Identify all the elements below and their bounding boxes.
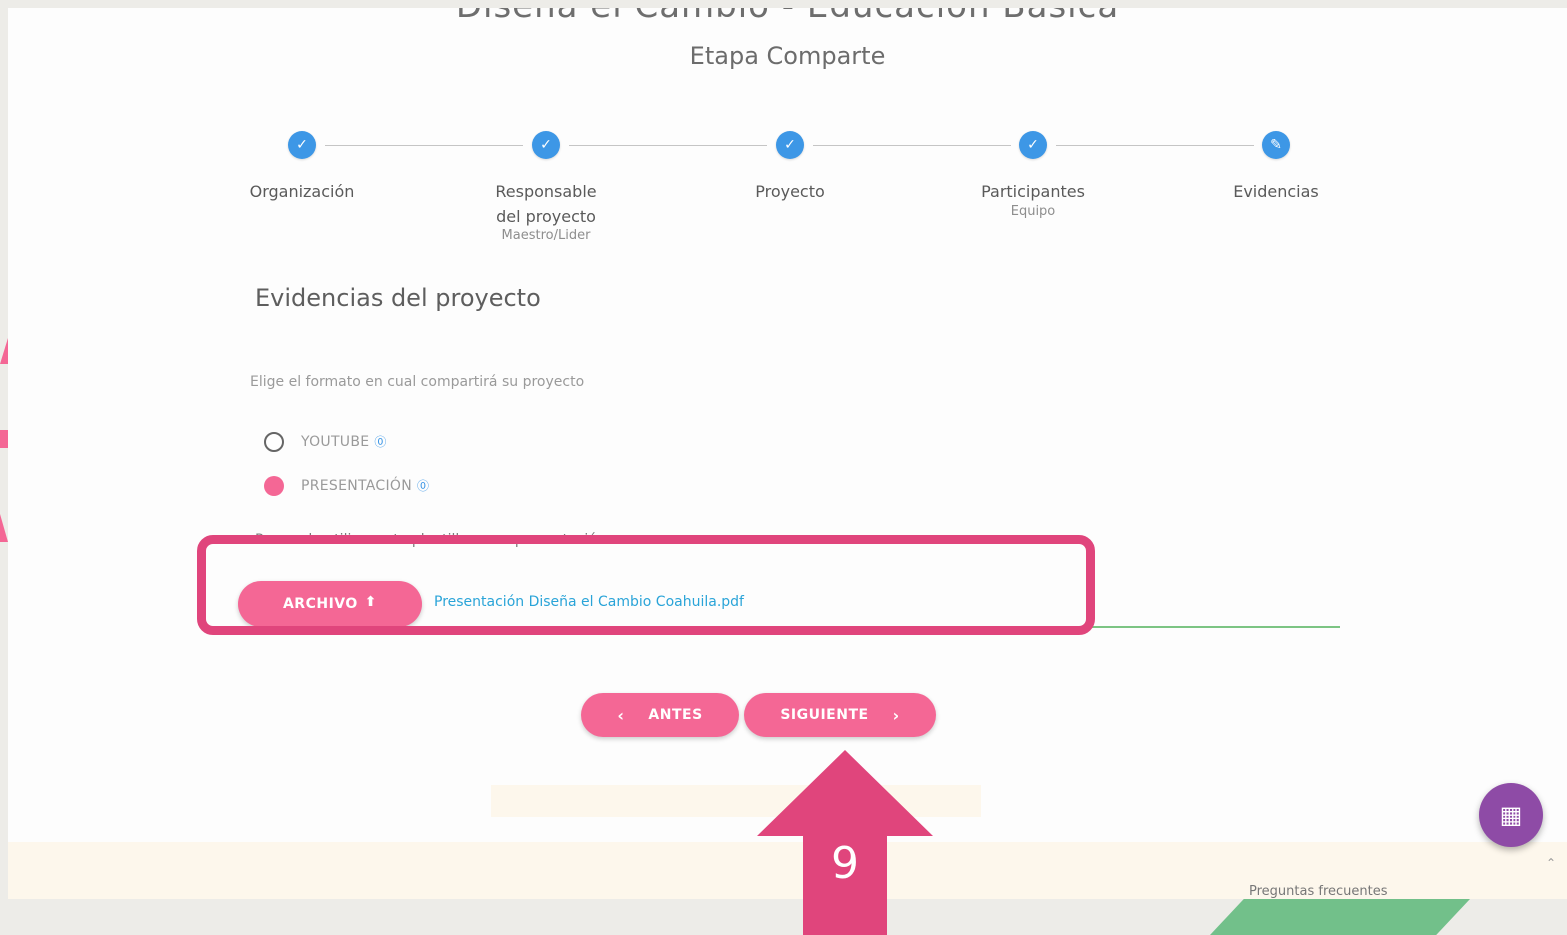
step-evidencias[interactable]: ✎ [1262, 131, 1290, 159]
step-participantes[interactable]: ✓ [1019, 131, 1047, 159]
step-label: Responsable del proyecto [495, 182, 597, 226]
format-prompt: Elige el formato en cual compartirá su p… [250, 374, 585, 390]
page-title: Diseña el Cambio - Educación Básica [8, 8, 1567, 26]
siguiente-button[interactable]: SIGUIENTE › [744, 693, 936, 737]
antes-button[interactable]: ‹ ANTES [581, 693, 739, 737]
decorative-pink-shape [0, 338, 8, 364]
fab-button[interactable]: ▦ [1479, 783, 1543, 847]
help-icon[interactable]: ⓪ [417, 480, 429, 492]
step-label: Evidencias [1233, 182, 1319, 201]
step-responsable[interactable]: ✓ [532, 131, 560, 159]
stepper-connector [325, 145, 523, 146]
decorative-pink-shape [0, 430, 8, 448]
annotation-highlight-box [197, 535, 1095, 635]
antes-label: ANTES [648, 707, 703, 723]
step-proyecto[interactable]: ✓ [776, 131, 804, 159]
check-icon: ✓ [296, 137, 308, 153]
annotation-step-number: 9 [831, 838, 859, 889]
step-label: Participantes [981, 182, 1085, 201]
chevron-right-icon: › [892, 705, 900, 725]
help-icon[interactable]: ⓪ [374, 436, 386, 448]
caret-up-icon[interactable]: ⌃ [1546, 856, 1556, 870]
radio-button[interactable] [264, 476, 284, 496]
radio-presentacion[interactable]: PRESENTACIÓN ⓪ [264, 476, 429, 496]
decorative-pink-shape [0, 514, 8, 542]
step-organizacion[interactable]: ✓ [288, 131, 316, 159]
radio-label: PRESENTACIÓN [301, 478, 413, 494]
check-icon: ✓ [1027, 137, 1039, 153]
section-title: Evidencias del proyecto [255, 284, 541, 312]
stepper-connector [813, 145, 1011, 146]
pencil-icon: ✎ [1270, 137, 1282, 153]
stepper-connector [1056, 145, 1254, 146]
stepper-connector [569, 145, 767, 146]
check-icon: ✓ [784, 137, 796, 153]
decorative-green-stripe [1210, 899, 1470, 935]
siguiente-label: SIGUIENTE [780, 707, 869, 723]
radio-button[interactable] [264, 432, 284, 452]
stage-title: Etapa Comparte [689, 42, 886, 70]
gift-icon: ▦ [1499, 801, 1523, 829]
step-sublabel: Equipo [1010, 204, 1056, 219]
radio-label: YOUTUBE [301, 434, 370, 450]
step-label: Proyecto [755, 182, 825, 201]
annotation-arrow: 9 [757, 750, 933, 935]
check-icon: ✓ [540, 137, 552, 153]
chevron-left-icon: ‹ [617, 705, 625, 725]
step-label: Organización [249, 182, 355, 201]
radio-youtube[interactable]: YOUTUBE ⓪ [264, 432, 386, 452]
faq-link[interactable]: Preguntas frecuentes [1249, 884, 1388, 899]
step-sublabel: Maestro/Lider [501, 228, 591, 243]
